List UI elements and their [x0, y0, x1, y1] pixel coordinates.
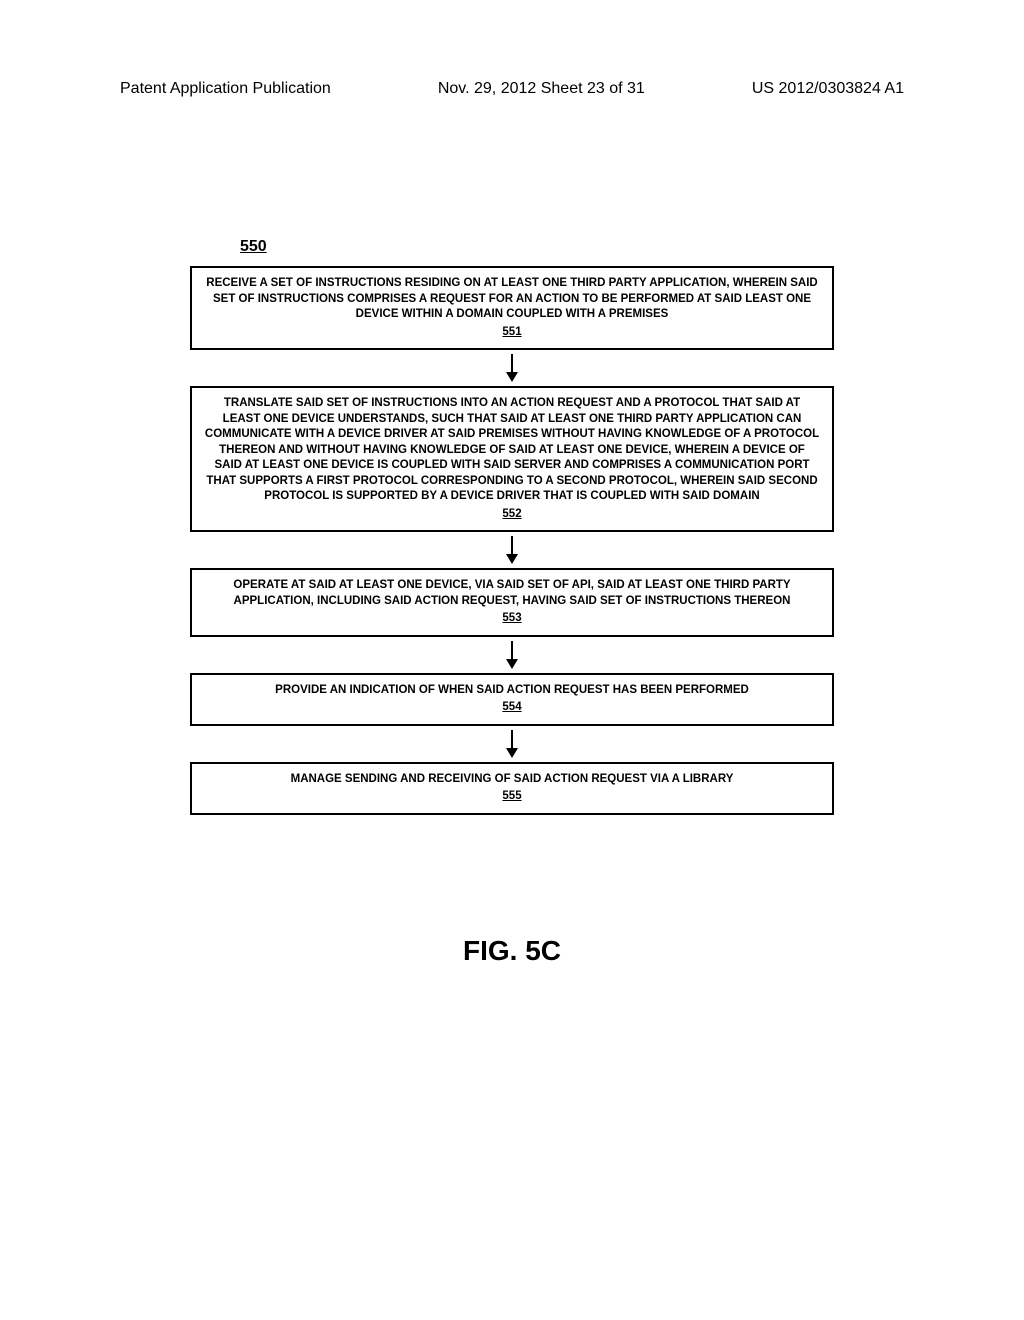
- arrow-icon: [506, 641, 518, 669]
- arrow-line: [511, 536, 513, 554]
- flowchart-box-555: MANAGE SENDING AND RECEIVING OF SAID ACT…: [190, 762, 834, 815]
- figure-label: FIG. 5C: [110, 935, 914, 967]
- flowchart-box-554: PROVIDE AN INDICATION OF WHEN SAID ACTIO…: [190, 673, 834, 726]
- box-text: PROVIDE AN INDICATION OF WHEN SAID ACTIO…: [275, 684, 749, 696]
- arrow-icon: [506, 354, 518, 382]
- flowchart-box-551: RECEIVE A SET OF INSTRUCTIONS RESIDING O…: [190, 266, 834, 350]
- box-text: TRANSLATE SAID SET OF INSTRUCTIONS INTO …: [205, 397, 819, 502]
- header-publication: Patent Application Publication: [120, 80, 331, 98]
- arrow-line: [511, 730, 513, 748]
- flowchart-container: RECEIVE A SET OF INSTRUCTIONS RESIDING O…: [190, 266, 834, 815]
- arrow-icon: [506, 536, 518, 564]
- header-patent-number: US 2012/0303824 A1: [752, 80, 904, 98]
- box-number: 555: [204, 789, 820, 805]
- header-date-sheet: Nov. 29, 2012 Sheet 23 of 31: [438, 80, 645, 98]
- box-text: MANAGE SENDING AND RECEIVING OF SAID ACT…: [291, 773, 734, 785]
- box-number: 553: [204, 611, 820, 627]
- box-text: OPERATE AT SAID AT LEAST ONE DEVICE, VIA…: [233, 579, 790, 607]
- box-number: 554: [204, 700, 820, 716]
- flowchart-box-552: TRANSLATE SAID SET OF INSTRUCTIONS INTO …: [190, 386, 834, 532]
- box-number: 552: [204, 507, 820, 523]
- box-text: RECEIVE A SET OF INSTRUCTIONS RESIDING O…: [206, 277, 817, 320]
- arrow-head-icon: [506, 372, 518, 382]
- diagram-reference-number: 550: [240, 238, 914, 256]
- arrow-icon: [506, 730, 518, 758]
- arrow-line: [511, 641, 513, 659]
- arrow-head-icon: [506, 554, 518, 564]
- patent-page: Patent Application Publication Nov. 29, …: [0, 0, 1024, 1320]
- page-header: Patent Application Publication Nov. 29, …: [110, 80, 914, 98]
- arrow-line: [511, 354, 513, 372]
- flowchart-box-553: OPERATE AT SAID AT LEAST ONE DEVICE, VIA…: [190, 568, 834, 637]
- arrow-head-icon: [506, 659, 518, 669]
- arrow-head-icon: [506, 748, 518, 758]
- box-number: 551: [204, 325, 820, 341]
